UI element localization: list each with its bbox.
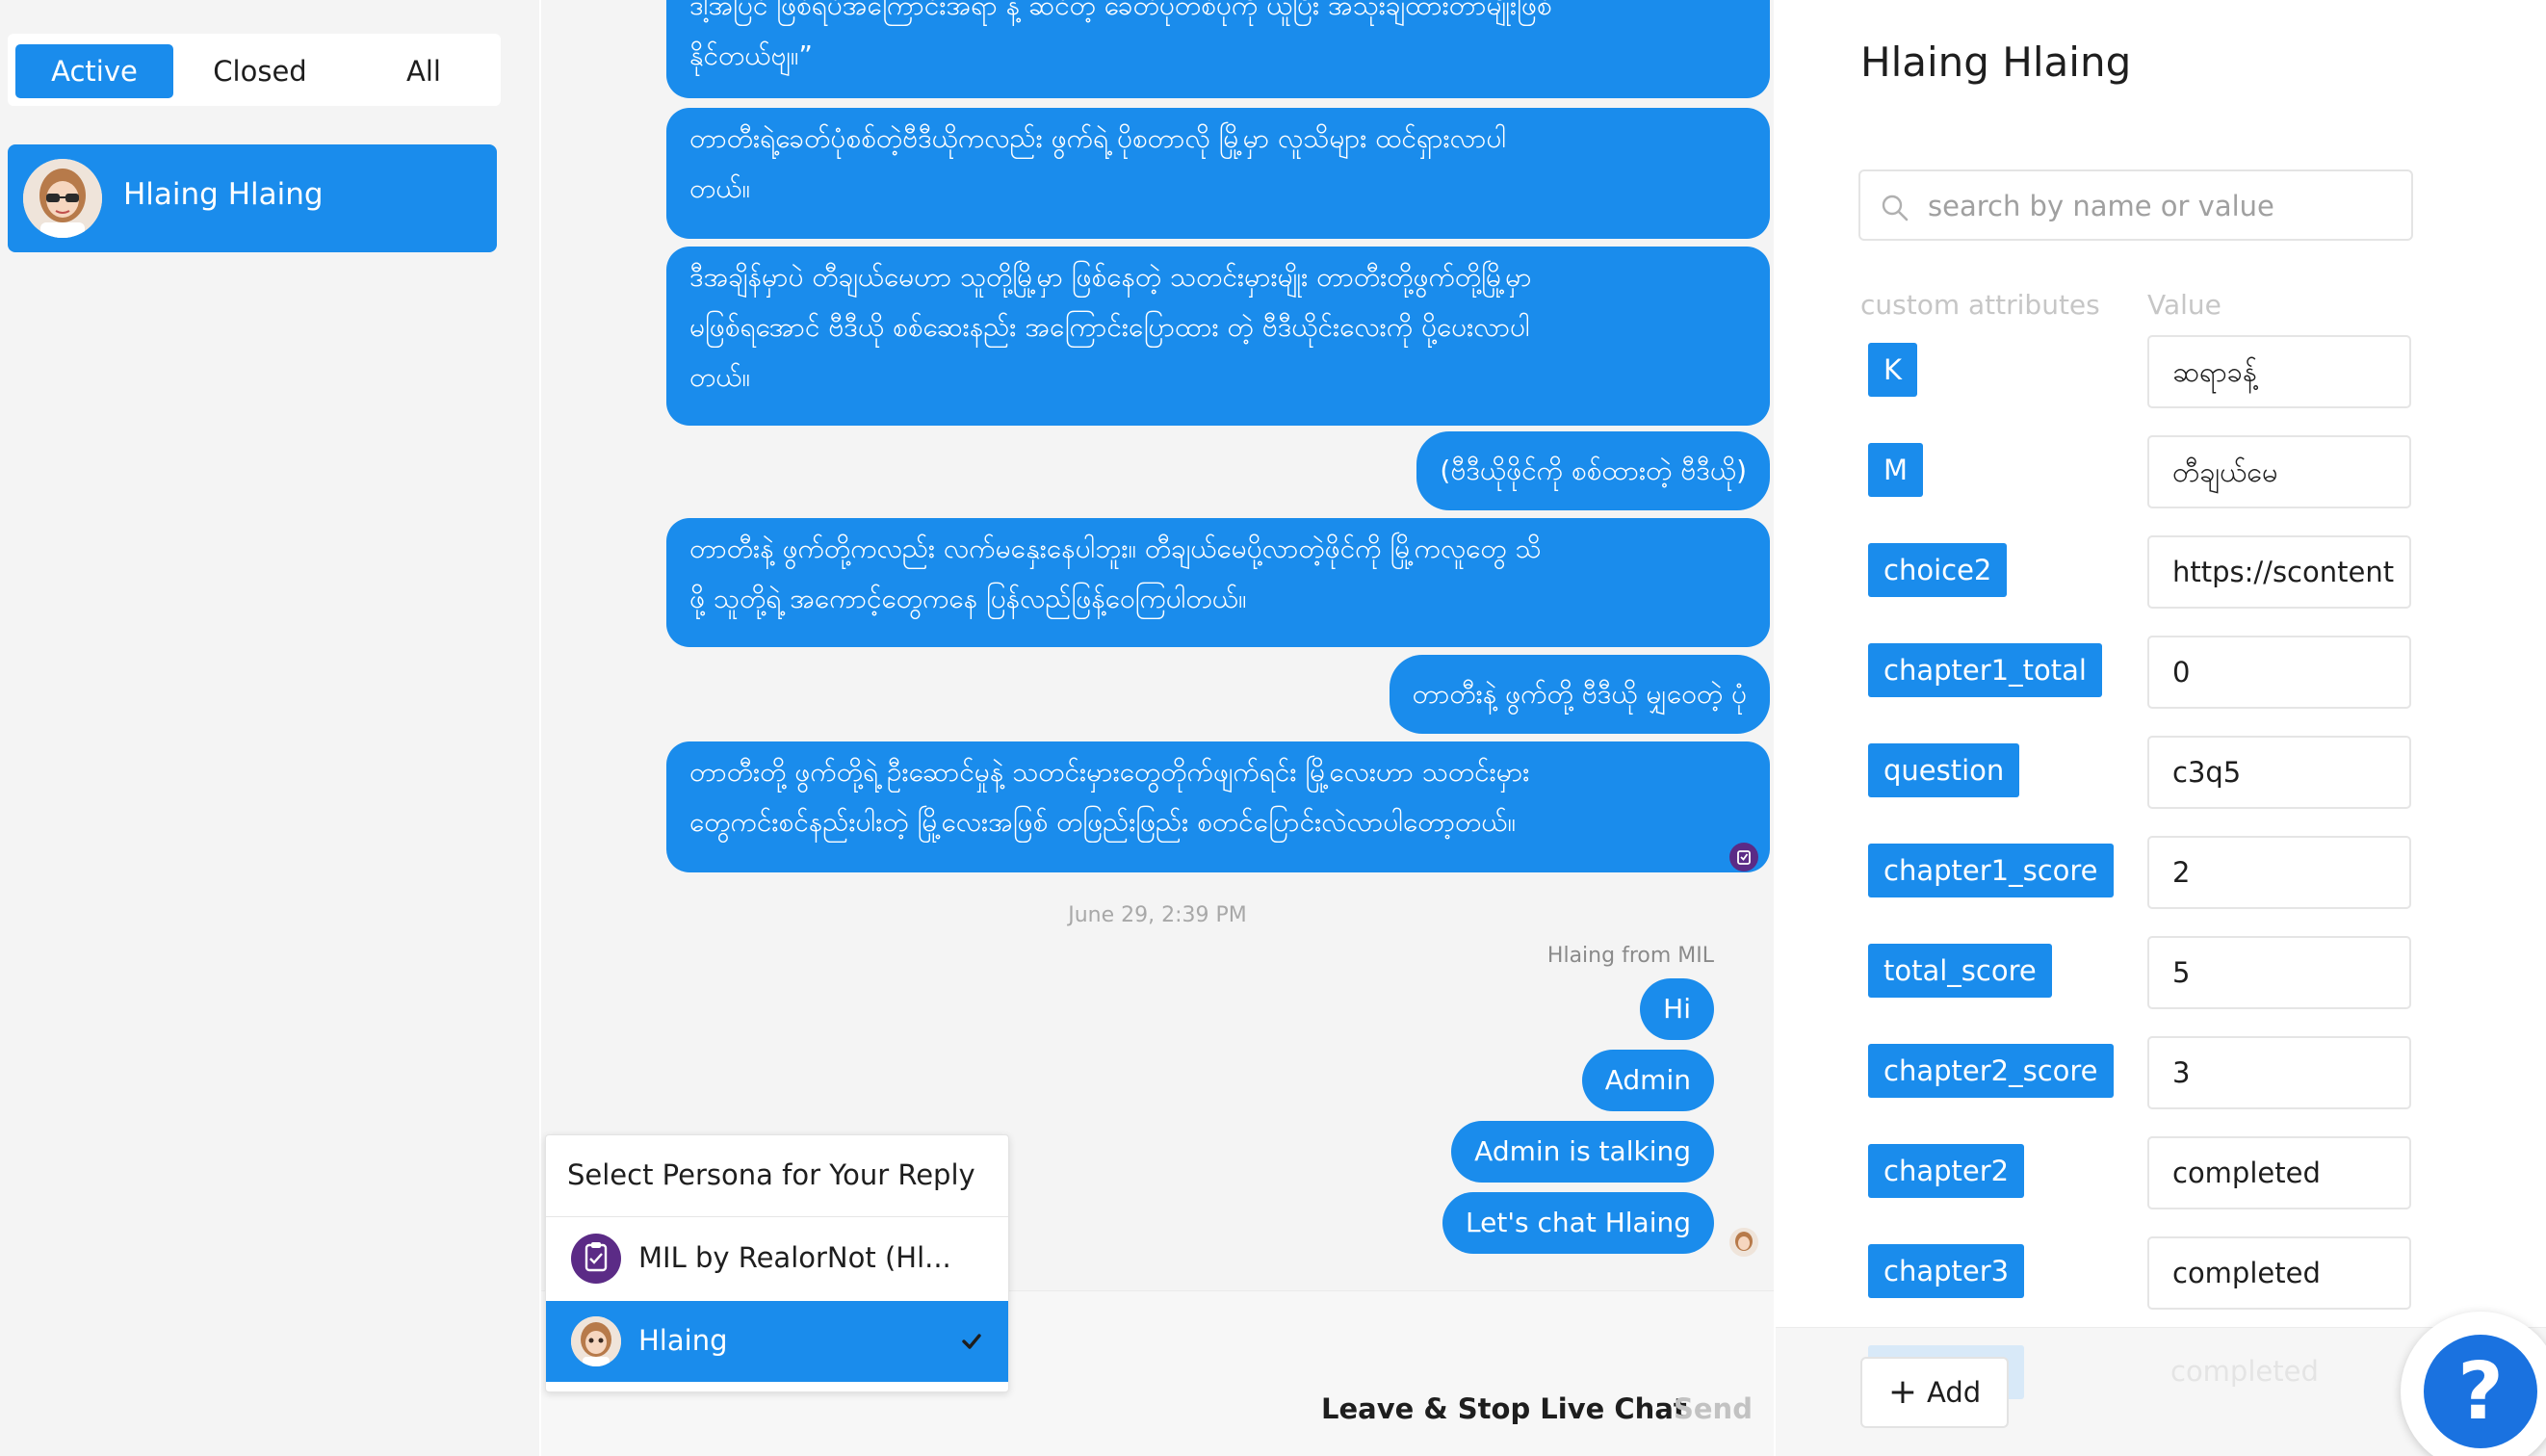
attribute-value[interactable]: 3 (2147, 1036, 2411, 1109)
message-line: Admin (1604, 1064, 1691, 1096)
divider (546, 1216, 1008, 1217)
persona-label: Hlaing (638, 1324, 728, 1357)
message-line: ဒီအချိန်မှာပဲ တီချယ်မေဟာ သူတို့မြို့မှာ … (689, 261, 1532, 293)
attribute-search (1858, 169, 2413, 241)
attribute-row: M တီချယ်မေ (1776, 435, 2546, 512)
attribute-value[interactable]: https://scontent (2147, 535, 2411, 609)
attribute-value[interactable]: c3q5 (2147, 736, 2411, 809)
attribute-value[interactable]: 0 (2147, 636, 2411, 709)
attribute-value[interactable]: 5 (2147, 936, 2411, 1009)
message-line: တယ်။ (689, 361, 750, 393)
attribute-row: chapter1_score 2 (1776, 836, 2546, 913)
persona-option-mil[interactable]: MIL by RealorNot (Hl... (546, 1218, 1008, 1299)
conversation-list-pane: Active Closed All Hlaing Hlaing (0, 0, 539, 1456)
mil-logo-icon (571, 1234, 621, 1284)
message-bubble: တာတီးရဲ့ခေတ်ပုံစစ်တဲ့ဗီဒီယိုကလည်း ဖွက်ရဲ… (666, 108, 1770, 239)
message-bubble: တာတီးနဲ့ ဖွက်တို့ကလည်း လက်မနှေးနေပါဘူး။ … (666, 518, 1770, 647)
mil-logo-icon (1729, 843, 1758, 871)
attribute-key[interactable]: total_score (1868, 944, 2052, 998)
attribute-row: chapter3 completed (1776, 1236, 2546, 1313)
persona-label: MIL by RealorNot (Hl... (638, 1241, 951, 1274)
attribute-key[interactable]: chapter1_total (1868, 643, 2102, 697)
message-line: တာတီးနဲ့ ဖွက်တို့ကလည်း လက်မနှေးနေပါဘူး။ … (689, 533, 1542, 564)
message-bubble: (ဗီဒီယိုဖိုင်ကို စစ်ထားတဲ့ ဗီဒီယို) (1416, 431, 1770, 510)
admin-message-bubble: Let's chat Hlaing (1442, 1192, 1714, 1254)
persona-select-popup: Select Persona for Your Reply MIL by Rea… (545, 1134, 1009, 1392)
contact-details-pane: Hlaing Hlaing custom attributes Value K … (1776, 0, 2546, 1456)
message-line: တယ်။ (689, 172, 750, 204)
attribute-value-obscured: completed (2170, 1355, 2319, 1388)
admin-message-bubble: Admin is talking (1451, 1121, 1714, 1183)
persona-option-hlaing[interactable]: Hlaing (546, 1301, 1008, 1382)
status-tabs: Active Closed All (8, 34, 501, 106)
tab-active[interactable]: Active (15, 44, 173, 98)
message-bubble: ဒါ့အပြင် ဖြစ်ရပ်အကြောင်းအရာ နဲ့ ဆင်တဲ့ ခ… (666, 0, 1770, 98)
attribute-row: chapter1_total 0 (1776, 636, 2546, 713)
attribute-key[interactable]: question (1868, 743, 2020, 797)
message-line: Let's chat Hlaing (1466, 1207, 1691, 1238)
timestamp-divider: June 29, 2:39 PM (1068, 903, 1247, 927)
add-label: Add (1927, 1376, 1982, 1409)
search-input[interactable] (1928, 187, 2390, 225)
attribute-key[interactable]: choice2 (1868, 543, 2008, 597)
search-icon (1882, 195, 1909, 221)
admin-message-bubble: Admin (1581, 1050, 1714, 1111)
attribute-value[interactable]: တီချယ်မေ (2147, 435, 2411, 508)
conversation-name: Hlaing Hlaing (123, 177, 324, 212)
attribute-key[interactable]: chapter1_score (1868, 844, 2114, 897)
sender-label: Hlaing from MIL (1546, 944, 1714, 968)
attribute-value[interactable]: ဆရာခန့် (2147, 335, 2411, 408)
tab-closed[interactable]: Closed (181, 44, 339, 98)
avatar (1729, 1228, 1758, 1257)
avatar (23, 159, 102, 238)
attribute-value[interactable]: completed (2147, 1136, 2411, 1209)
tab-all[interactable]: All (345, 44, 503, 98)
attribute-row: choice2 https://scontent (1776, 535, 2546, 612)
column-header-attributes: custom attributes (1860, 289, 2100, 321)
message-line: Hi (1663, 993, 1691, 1025)
attribute-value[interactable]: 2 (2147, 836, 2411, 909)
column-header-value: Value (2147, 289, 2221, 321)
message-line: တွေကင်းစင်နည်းပါးတဲ့ မြို့လေးအဖြစ် တဖြည်… (689, 806, 1516, 838)
leave-stop-live-chat-button[interactable]: Leave & Stop Live Chat (1321, 1392, 1687, 1425)
add-attribute-button[interactable]: + Add (1860, 1357, 2009, 1428)
message-line: Admin is talking (1474, 1135, 1691, 1167)
message-bubble: တာတီးတို့ ဖွက်တို့ရဲ့ ဦးဆောင်မှုနဲ့ သတင်… (666, 741, 1770, 872)
message-bubble: ဒီအချိန်မှာပဲ တီချယ်မေဟာ သူတို့မြို့မှာ … (666, 247, 1770, 426)
message-line: (ဗီဒီယိုဖိုင်ကို စစ်ထားတဲ့ ဗီဒီယို) (1440, 455, 1747, 486)
attribute-key[interactable]: chapter3 (1868, 1244, 2025, 1298)
attribute-row: K ဆရာခန့် (1776, 335, 2546, 412)
attribute-key[interactable]: chapter2_score (1868, 1044, 2114, 1098)
attribute-key[interactable]: M (1868, 443, 1924, 497)
message-line: မဖြစ်ရအောင် ဗီဒီယို စစ်ဆေးနည်း အကြောင်းပ… (689, 311, 1530, 343)
attribute-value[interactable]: completed (2147, 1236, 2411, 1310)
send-button[interactable]: Send (1674, 1392, 1753, 1425)
message-line: တာတီးရဲ့ခေတ်ပုံစစ်တဲ့ဗီဒီယိုကလည်း ဖွက်ရဲ… (689, 122, 1507, 154)
message-line: တာတီးတို့ ဖွက်တို့ရဲ့ ဦးဆောင်မှုနဲ့ သတင်… (689, 756, 1530, 788)
popup-title: Select Persona for Your Reply (567, 1158, 975, 1191)
avatar (571, 1316, 621, 1366)
attribute-row: chapter2_score 3 (1776, 1036, 2546, 1113)
help-icon: ? (2424, 1335, 2537, 1448)
attribute-row: question c3q5 (1776, 736, 2546, 813)
attribute-key[interactable]: K (1868, 343, 1918, 397)
message-line: ဖို့ သူတို့ရဲ့ အကောင့်တွေကနေ ပြန်လည်ဖြန့… (689, 583, 1247, 614)
attribute-row: total_score 5 (1776, 936, 2546, 1013)
message-line: နိုင်တယ်ဗျ။” (689, 39, 813, 71)
message-line: တာတီးနဲ့ ဖွက်တို့ ဗီဒီယို မျှဝေတဲ့ ပုံ (1412, 678, 1747, 710)
contact-name: Hlaing Hlaing (1860, 39, 2132, 86)
check-icon (962, 1334, 981, 1349)
attribute-key[interactable]: chapter2 (1868, 1144, 2025, 1198)
message-line: ဒါ့အပြင် ဖြစ်ရပ်အကြောင်းအရာ နဲ့ ဆင်တဲ့ ခ… (689, 0, 1552, 21)
conversation-item[interactable]: Hlaing Hlaing (8, 144, 497, 252)
message-bubble: တာတီးနဲ့ ဖွက်တို့ ဗီဒီယို မျှဝေတဲ့ ပုံ (1389, 655, 1770, 734)
plus-icon: + (1887, 1372, 1917, 1412)
admin-message-bubble: Hi (1640, 978, 1714, 1040)
attribute-row: chapter2 completed (1776, 1136, 2546, 1213)
